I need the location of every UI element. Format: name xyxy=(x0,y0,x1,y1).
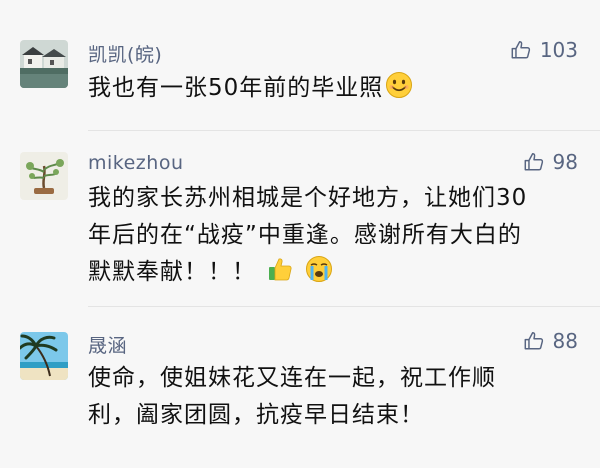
thumbs-up-icon xyxy=(524,332,543,350)
like-count: 98 xyxy=(552,150,578,174)
thumbs-up-icon xyxy=(524,153,543,171)
thumbs-up-emoji xyxy=(266,255,294,283)
comment-text-line: 年后的在“战疫”中重逢。感谢所有大白的 xyxy=(88,222,522,248)
avatar-bonsai-image xyxy=(20,152,68,200)
like-count: 103 xyxy=(539,38,578,62)
like-count: 88 xyxy=(552,329,578,353)
thumbs-up-icon xyxy=(511,41,530,59)
avatar[interactable] xyxy=(20,40,68,88)
divider xyxy=(88,130,600,131)
comment-text: 使命，使姐妹花又连在一起，祝工作顺 利，阖家团圆，抗疫早日结束！ xyxy=(88,360,568,434)
comment-author[interactable]: mikezhou xyxy=(88,152,183,174)
like-button[interactable]: 98 xyxy=(523,150,578,174)
divider xyxy=(88,306,600,307)
crying-emoji xyxy=(305,255,333,283)
comment-text-line: 我也有一张50年前的毕业照 xyxy=(88,75,384,101)
comment-text-line: 利，阖家团圆，抗疫早日结束！ xyxy=(88,402,424,428)
comment-text-line: 使命，使姐妹花又连在一起，祝工作顺 xyxy=(88,365,496,391)
avatar[interactable] xyxy=(20,332,68,380)
avatar-landscape-image xyxy=(20,40,68,88)
comment-list: 凯凯(皖) 103 我也有一张50年前的毕业照 mikezhou 98 我的家长… xyxy=(0,0,600,468)
avatar-beach-image xyxy=(20,332,68,380)
like-button[interactable]: 103 xyxy=(510,38,578,62)
comment-author[interactable]: 凯凯(皖) xyxy=(88,40,162,67)
comment-author[interactable]: 晟涵 xyxy=(88,331,127,358)
smile-emoji xyxy=(385,71,413,99)
comment-text: 我的家长苏州相城是个好地方，让她们30 年后的在“战疫”中重逢。感谢所有大白的 … xyxy=(88,180,568,291)
like-button[interactable]: 88 xyxy=(523,329,578,353)
comment-text-line: 默默奉献！！！ xyxy=(88,259,256,285)
comment-text: 我也有一张50年前的毕业照 xyxy=(88,70,568,107)
avatar[interactable] xyxy=(20,152,68,200)
comment-text-line: 我的家长苏州相城是个好地方，让她们30 xyxy=(88,185,528,211)
